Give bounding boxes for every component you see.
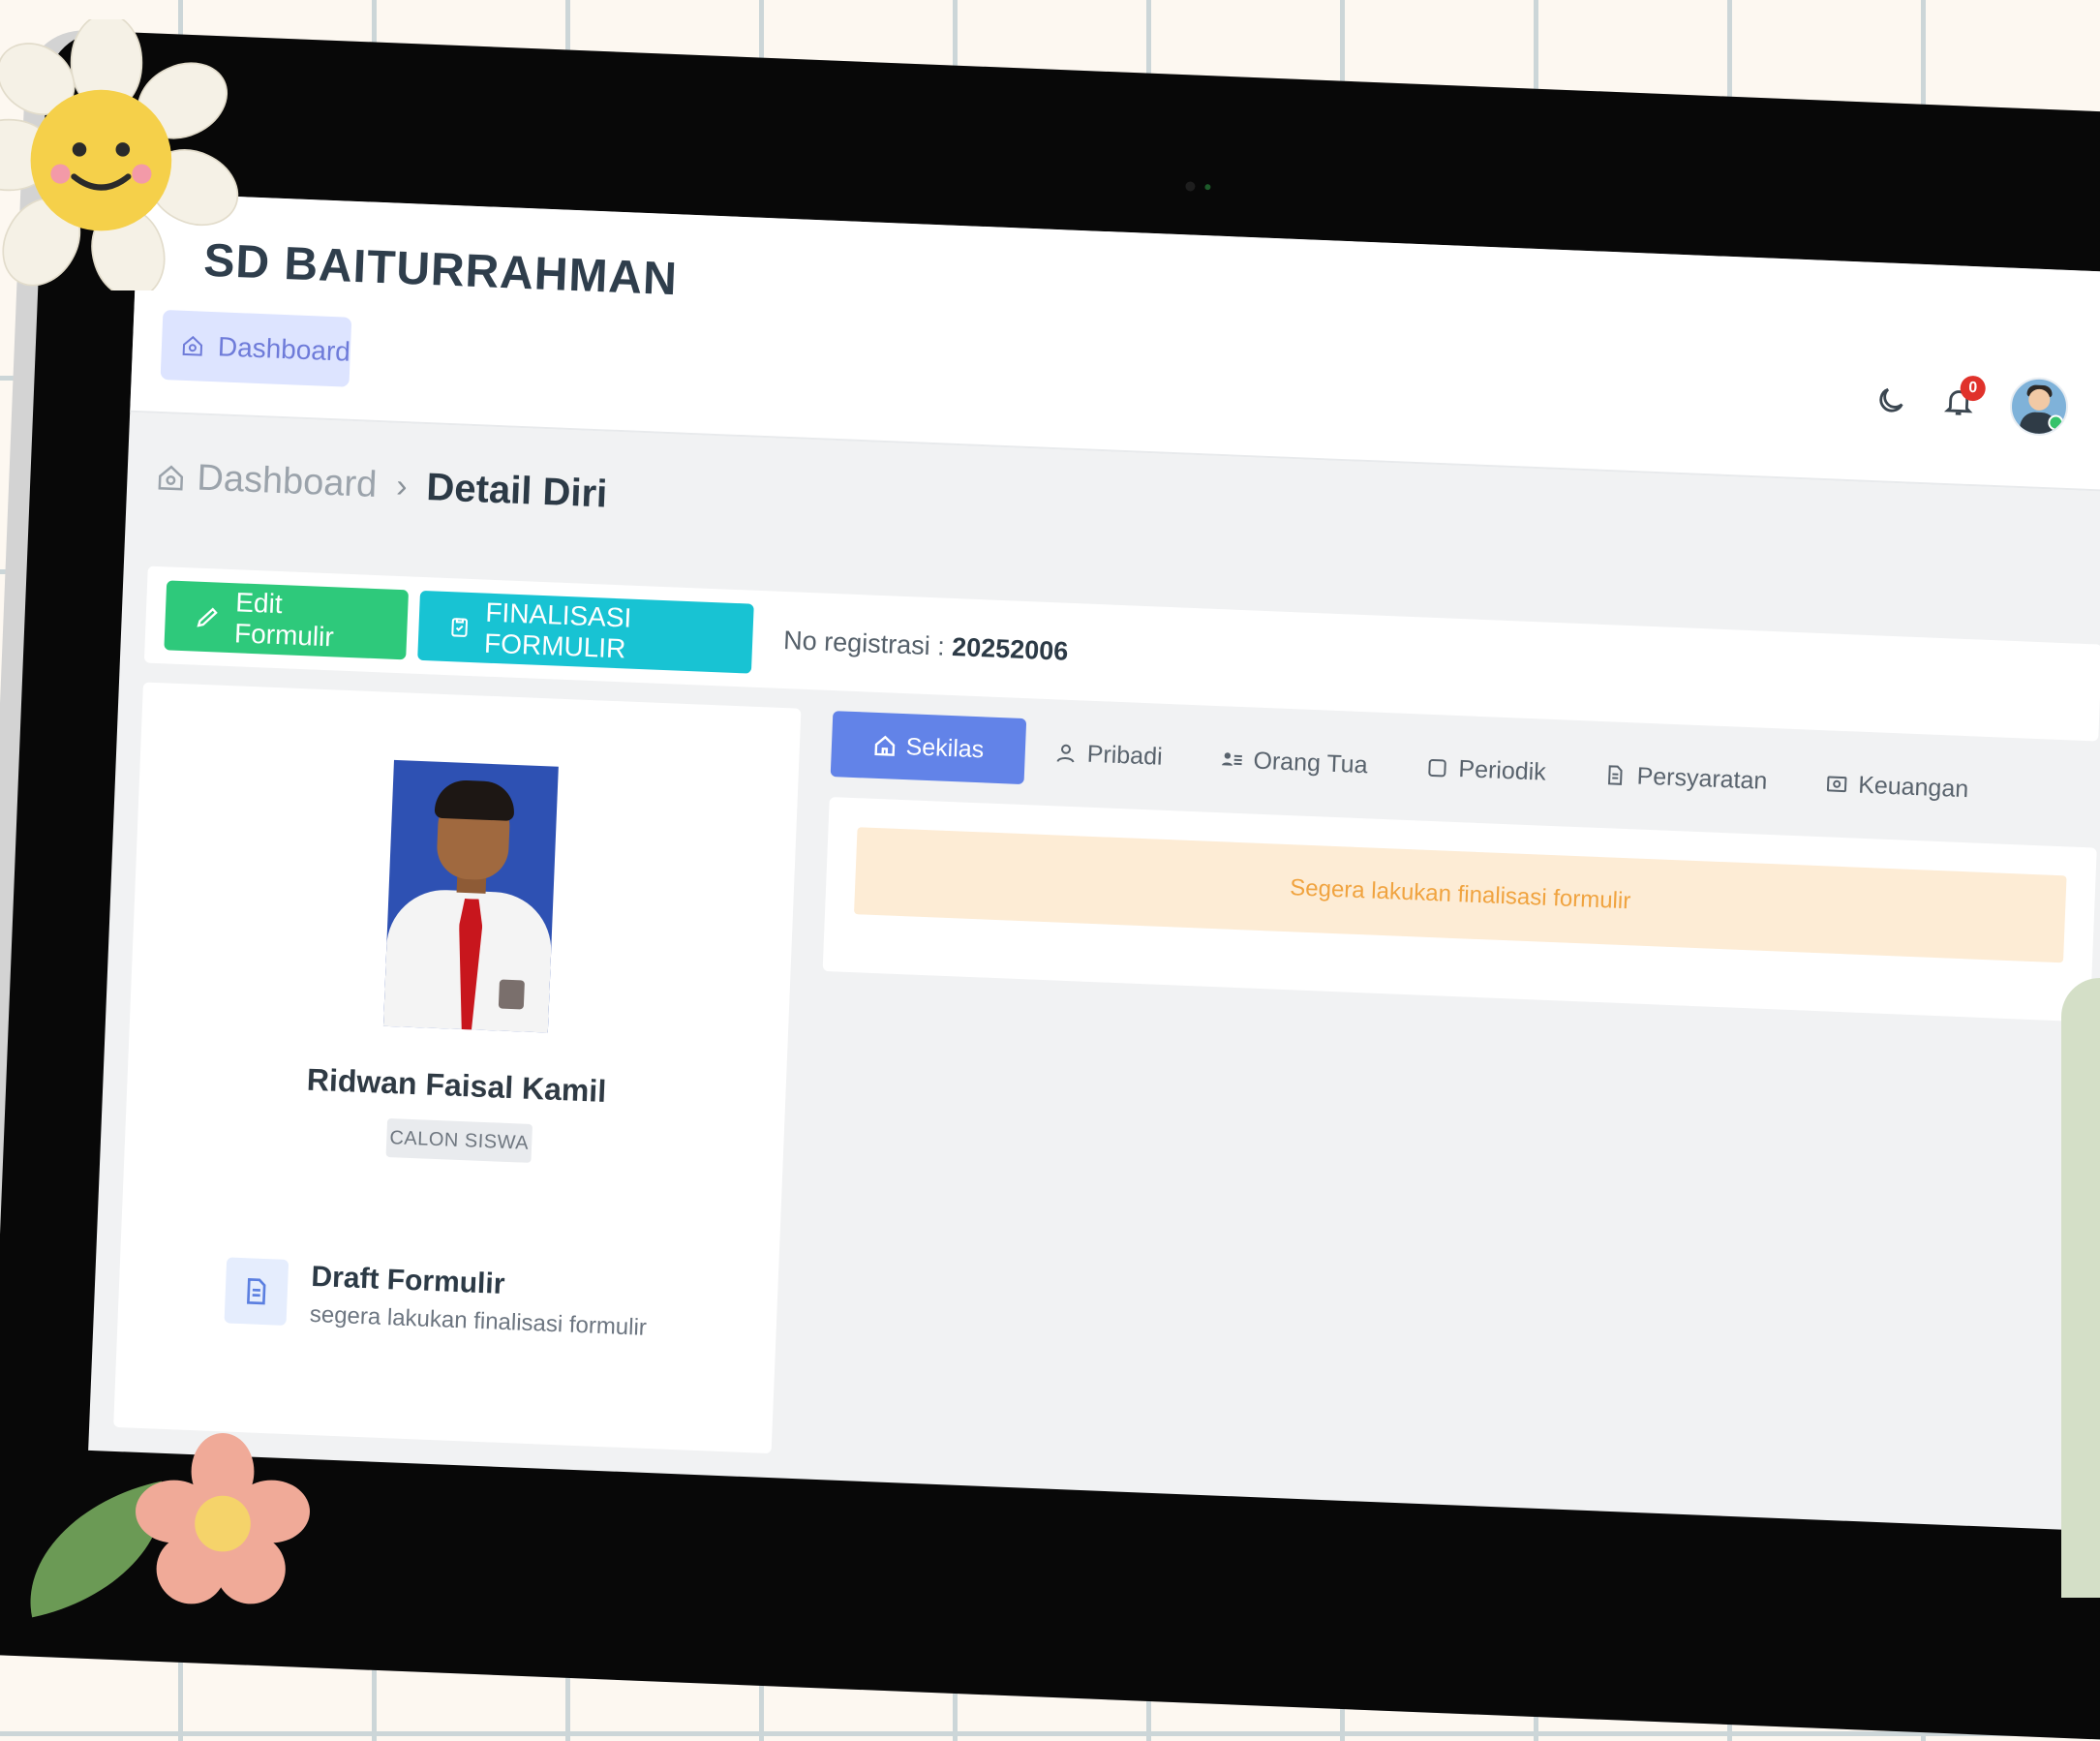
breadcrumb-separator: › [395,467,409,505]
user-avatar[interactable] [2008,376,2070,438]
tab-keuangan[interactable]: Keuangan [1795,749,1999,823]
laptop-frame: SD BAITURRAHMAN Dashboard 0 Dashboard › … [0,29,2100,1741]
tab-persyaratan-label: Persyaratan [1636,761,1768,795]
notification-badge: 0 [1960,375,1987,402]
edit-form-label: Edit Formulir [233,587,335,653]
student-photo [382,759,559,1033]
moon-icon[interactable] [1873,383,1907,417]
home-icon [182,335,203,356]
tab-persyaratan[interactable]: Persyaratan [1573,741,1797,815]
header-actions: 0 [1873,371,2070,438]
registration-label: No registrasi : [782,625,946,661]
webcam-indicator [1204,184,1211,191]
role-badge: CALON SISWA [385,1117,533,1163]
breadcrumb-home-label: Dashboard [196,457,379,505]
registration-number: No registrasi : 20252006 [783,625,1069,666]
form-status-subtitle: segera lakukan finalisasi formulir [309,1300,648,1341]
nav-item-dashboard[interactable]: Dashboard [160,309,352,387]
finalize-warning-alert: Segera lakukan finalisasi formulir [853,827,2067,963]
brand-title: SD BAITURRAHMAN [202,234,679,306]
student-name: Ridwan Faisal Kamil [306,1061,607,1109]
photo-hair [434,779,516,821]
webcam [1185,181,1196,192]
tab-orang-tua-label: Orang Tua [1252,747,1369,779]
tab-pribadi[interactable]: Pribadi [1024,718,1193,791]
decorative-smiley-flower [0,19,239,290]
breadcrumb: Dashboard › Detail Diri [156,455,608,517]
profile-card: Ridwan Faisal Kamil CALON SISWA Draft Fo… [113,682,802,1454]
notifications-button[interactable]: 0 [1941,375,1987,422]
tab-sekilas[interactable]: Sekilas [830,711,1027,785]
avatar-head [2027,388,2051,412]
tab-panel-sekilas: Segera lakukan finalisasi formulir [822,797,2097,1023]
photo-school-badge [498,979,525,1010]
users-list-icon [1221,752,1242,766]
document-icon [224,1257,289,1326]
form-status: Draft Formulir segera lakukan finalisasi… [224,1257,649,1341]
money-icon [1827,776,1847,793]
tab-orang-tua[interactable]: Orang Tua [1190,725,1398,799]
tab-sekilas-label: Sekilas [905,732,985,763]
top-header: SD BAITURRAHMAN Dashboard 0 [130,192,2100,493]
clipboard-check-icon [451,618,469,637]
tab-periodik[interactable]: Periodik [1395,734,1576,807]
decorative-pink-flower [136,1433,310,1604]
app-screen: SD BAITURRAHMAN Dashboard 0 Dashboard › … [88,192,2100,1531]
page-title: Detail Diri [425,466,609,516]
square-icon [1428,758,1446,778]
tab-keuangan-label: Keuangan [1857,771,1969,803]
finalize-form-button[interactable]: FINALISASI FORMULIR [417,590,754,674]
home-icon [874,735,895,756]
pencil-icon [197,607,218,627]
registration-value: 20252006 [951,631,1069,666]
tab-pribadi-label: Pribadi [1086,740,1164,771]
nav-item-label: Dashboard [217,331,351,367]
document-icon [1608,765,1623,785]
form-status-title: Draft Formulir [310,1260,506,1300]
user-icon [1056,744,1075,763]
decorative-plant [2061,978,2100,1598]
edit-form-button[interactable]: Edit Formulir [164,580,410,660]
document-icon-svg [246,1277,266,1305]
breadcrumb-home[interactable]: Dashboard [156,456,378,506]
home-icon [158,465,184,490]
finalize-form-label: FINALISASI FORMULIR [483,596,632,664]
online-status-dot [2048,414,2064,431]
tab-periodik-label: Periodik [1457,754,1547,786]
